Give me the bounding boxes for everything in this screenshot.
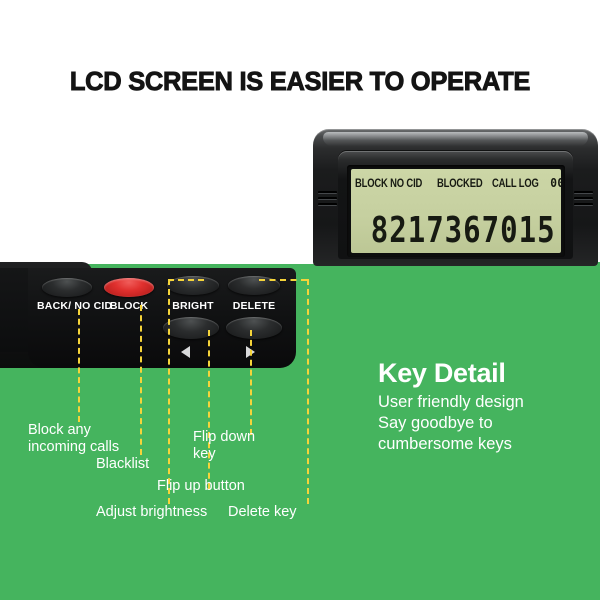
leader-line-delete-key (307, 279, 309, 504)
leader-line-delete-key-horizontal (259, 279, 307, 281)
button-block[interactable] (104, 278, 154, 297)
button-label-back-no-cid: BACK/ NO CID (37, 300, 113, 312)
button-flip-down[interactable] (226, 317, 282, 339)
device-lcd-head-unit: BLOCK NO CID BLOCKED CALL LOG 003 821736… (313, 129, 598, 266)
callout-block-any-incoming-calls: Block any incoming calls (28, 422, 120, 455)
leader-line-flip-down-key (250, 330, 252, 435)
page-title: LCD SCREEN IS EASIER TO OPERATE (69, 68, 531, 97)
key-detail-heading: Key Detail (378, 358, 506, 388)
callout-delete-key: Delete key (228, 504, 297, 520)
button-label-block: BLOCK (109, 300, 149, 312)
button-label-bright: BRIGHT (172, 300, 214, 312)
callout-flip-up-button: Flip up button (157, 478, 245, 494)
lcd-call-log-count: 003 (550, 175, 561, 190)
leader-line-adjust-brightness (168, 279, 170, 504)
button-label-delete: DELETE (232, 300, 276, 312)
device-keypad-left-extension (0, 268, 30, 352)
vent-grille-right-icon (574, 191, 593, 213)
button-back-no-cid[interactable] (42, 278, 92, 297)
lcd-phone-number: 8217367015 (371, 210, 556, 252)
lcd-status-row: BLOCK NO CID BLOCKED CALL LOG 003 (355, 175, 561, 190)
button-flip-up[interactable] (163, 317, 219, 339)
left-triangle-icon (181, 346, 190, 358)
leader-line-flip-up-button (208, 330, 210, 489)
key-detail-body: User friendly design Say goodbye to cumb… (378, 393, 524, 453)
lcd-label-blocked: BLOCKED (436, 178, 483, 190)
vent-grille-left-icon (318, 191, 337, 213)
callout-flip-down-key: Flip down key (193, 429, 256, 462)
lcd-label-block-no-cid: BLOCK NO CID (355, 178, 423, 190)
device-keypad-panel: BACK/ NO CID BLOCK BRIGHT DELETE (28, 268, 296, 368)
device-top-highlight (323, 132, 588, 146)
callout-adjust-brightness: Adjust brightness (96, 504, 208, 520)
lcd-label-call-log: CALL LOG (492, 178, 540, 190)
leader-line-adjust-brightness-horizontal (168, 279, 204, 281)
leader-line-blacklist (140, 305, 142, 455)
infographic-page: LCD SCREEN IS EASIER TO OPERATE BLOCK NO… (0, 0, 600, 600)
lcd-screen: BLOCK NO CID BLOCKED CALL LOG 003 821736… (351, 169, 561, 253)
leader-line-block-any-incoming-calls (78, 309, 80, 422)
callout-blacklist: Blacklist (96, 456, 150, 472)
